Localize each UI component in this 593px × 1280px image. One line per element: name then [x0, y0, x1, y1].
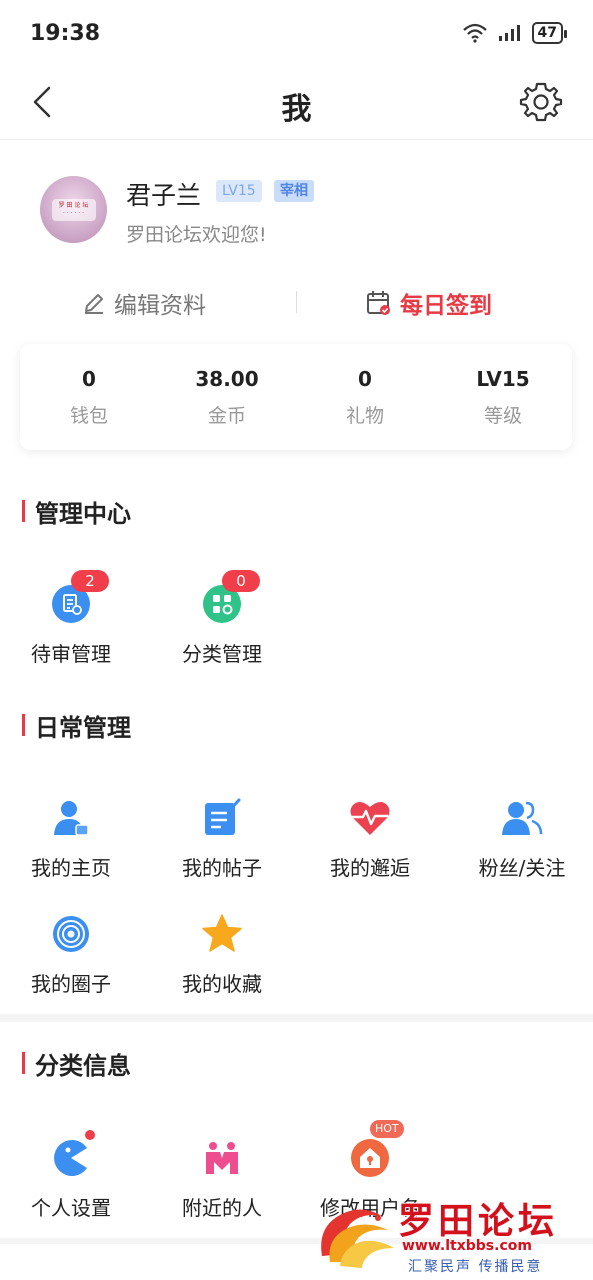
signal-icon	[498, 25, 520, 41]
nearby-people-icon	[200, 1136, 244, 1180]
username: 君子兰	[126, 181, 202, 210]
settings-button[interactable]	[517, 78, 565, 126]
house-lock-icon: HOT	[348, 1120, 404, 1180]
stat-label: 等级	[483, 404, 522, 427]
heartbeat-icon	[348, 796, 392, 840]
stat-gifts[interactable]: 0 礼物	[296, 344, 434, 450]
status-icons: 47	[462, 22, 568, 44]
grid-item-my-homepage[interactable]: 我的主页	[0, 796, 146, 881]
stat-value: 0	[358, 366, 372, 391]
forum-watermark: 罗田论坛 www.ltxbbs.com 汇聚民声 传播民意	[312, 1192, 582, 1276]
grid-item-label: 分类管理	[182, 642, 262, 666]
daily-signin-label: 每日签到	[400, 293, 492, 319]
stat-wallet[interactable]: 0 钱包	[20, 344, 158, 450]
grid-item-label: 我的收藏	[182, 972, 262, 996]
category-icon: 0	[200, 570, 260, 626]
grid-item-pending-review[interactable]: 2 待审管理	[0, 570, 146, 667]
pencil-icon	[85, 294, 103, 314]
section-title-daily: 日常管理	[22, 710, 131, 742]
status-bar: 19:38 47	[0, 0, 593, 66]
grid-item-label: 我的圈子	[31, 972, 111, 996]
role-badge: 宰相	[274, 180, 314, 202]
battery-indicator: 47	[531, 22, 568, 44]
profile-actions: 编辑资料 每日签到	[0, 280, 593, 326]
grid-item-nearby-people[interactable]: 附近的人	[147, 1136, 297, 1221]
grid-item-personal-settings[interactable]: 个人设置	[0, 1130, 146, 1221]
watermark-title: 罗田论坛	[398, 1200, 559, 1242]
stats-card: 0 钱包 38.00 金币 0 礼物 LV15 等级	[20, 344, 572, 450]
grid-item-my-circles[interactable]: 我的圈子	[0, 912, 146, 997]
action-divider	[296, 291, 297, 313]
grid-item-label: 待审管理	[31, 642, 111, 666]
grid-item-my-posts[interactable]: 我的帖子	[147, 796, 297, 881]
count-badge: 0	[222, 570, 260, 592]
stat-label: 礼物	[345, 404, 384, 427]
wifi-icon	[462, 23, 487, 43]
pacman-icon	[49, 1130, 95, 1180]
watermark-url: www.ltxbbs.com	[402, 1238, 532, 1254]
stat-coins[interactable]: 38.00 金币	[158, 344, 296, 450]
page-title: 我	[281, 92, 312, 127]
grid-item-label: 个人设置	[31, 1196, 111, 1220]
phoenix-logo-icon	[321, 1209, 394, 1268]
daily-signin-button[interactable]: 每日签到	[366, 280, 492, 326]
hot-badge: HOT	[370, 1120, 404, 1138]
gear-icon	[519, 82, 563, 122]
grid-item-label: 粉丝/关注	[478, 856, 566, 880]
welcome-text: 罗田论坛欢迎您!	[126, 224, 267, 246]
level-badge: LV15	[216, 180, 262, 202]
nav-bar: 我	[0, 66, 593, 140]
stat-level[interactable]: LV15 等级	[434, 344, 572, 450]
grid-item-my-encounters[interactable]: 我的邂逅	[295, 796, 445, 881]
grid-item-label: 我的帖子	[182, 856, 262, 880]
grid-item-followers[interactable]: 粉丝/关注	[447, 796, 593, 881]
section-title-management: 管理中心	[22, 496, 131, 528]
stat-value: LV15	[476, 366, 530, 391]
grid-item-category-manage[interactable]: 0 分类管理	[147, 570, 297, 667]
user-home-icon	[49, 796, 93, 840]
followers-icon	[500, 796, 544, 840]
status-time: 19:38	[30, 20, 101, 46]
edit-profile-label: 编辑资料	[114, 293, 206, 319]
profile-header: 罗 田 论 坛 · · · · · · 君子兰 LV15 宰相 罗田论坛欢迎您!	[40, 176, 560, 246]
circle-target-icon	[49, 912, 93, 956]
calendar-check-icon	[367, 291, 390, 315]
notification-dot	[85, 1130, 95, 1140]
stat-value: 0	[82, 366, 96, 391]
grid-item-label: 我的主页	[31, 856, 111, 880]
stat-label: 钱包	[69, 404, 108, 427]
post-edit-icon	[200, 796, 244, 840]
review-icon: 2	[49, 570, 109, 626]
count-badge: 2	[71, 570, 109, 592]
edit-profile-button[interactable]: 编辑资料	[82, 280, 206, 326]
avatar-logo-image: 罗 田 论 坛 · · · · · ·	[51, 198, 96, 221]
avatar[interactable]: 罗 田 论 坛 · · · · · ·	[40, 176, 107, 243]
section-separator	[0, 1014, 593, 1022]
star-icon	[200, 912, 244, 956]
section-title-classified: 分类信息	[22, 1048, 131, 1080]
stat-value: 38.00	[195, 366, 259, 391]
grid-item-my-favorites[interactable]: 我的收藏	[147, 912, 297, 997]
grid-item-label: 我的邂逅	[330, 856, 410, 880]
watermark-slogan: 汇聚民声 传播民意	[408, 1259, 543, 1275]
stat-label: 金币	[207, 404, 246, 427]
grid-item-label: 附近的人	[182, 1196, 262, 1220]
